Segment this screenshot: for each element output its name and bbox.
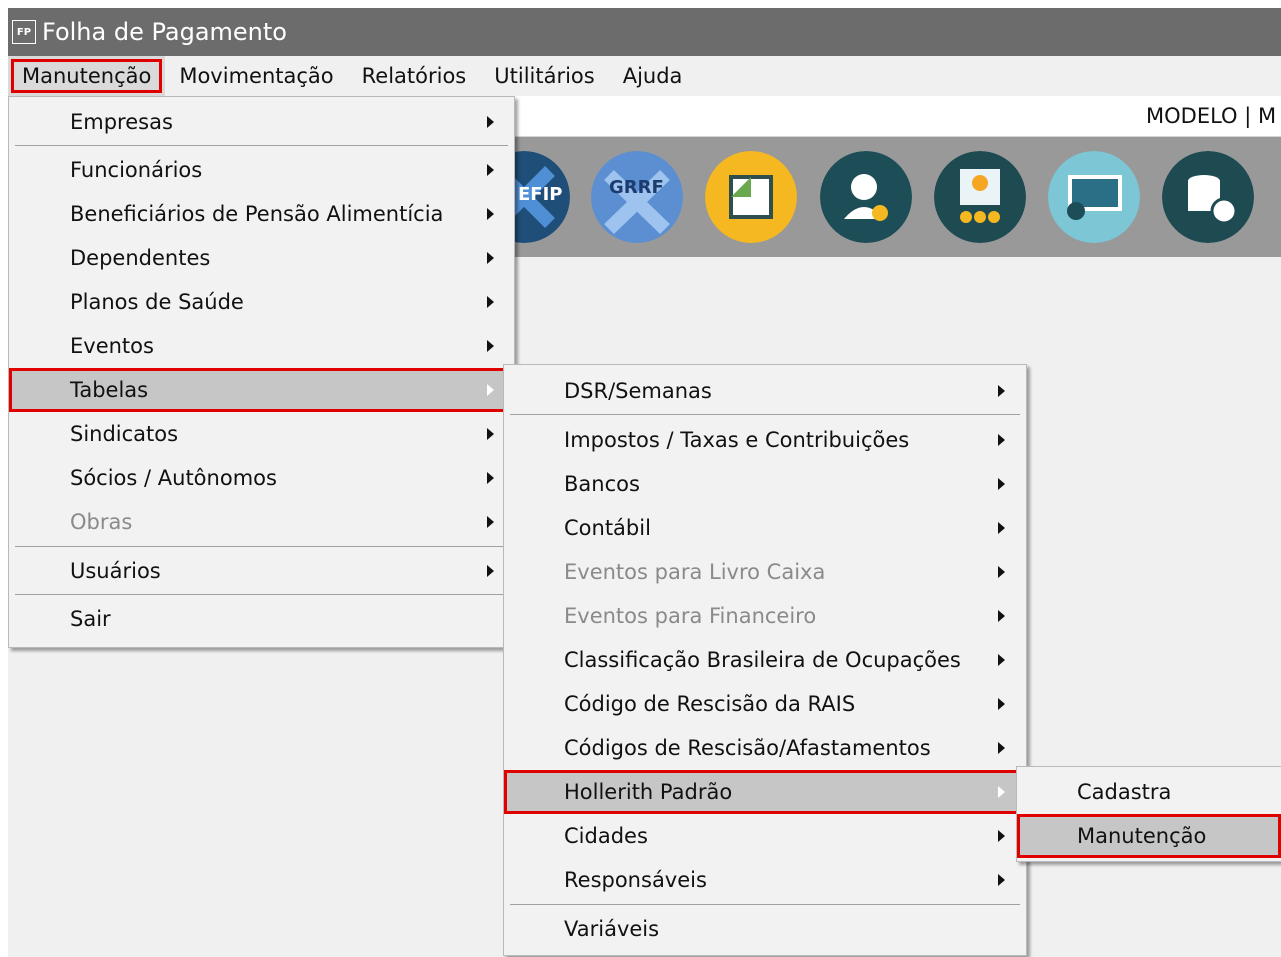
document-icon[interactable] <box>705 151 797 243</box>
menu-item-empresas[interactable]: Empresas <box>9 100 514 144</box>
separator <box>15 594 508 595</box>
menu-item-cadastra[interactable]: Cadastra <box>1017 770 1281 814</box>
menu-item-variaveis[interactable]: Variáveis <box>504 907 1026 951</box>
submenu-arrow-icon <box>998 654 1005 666</box>
menu-tabelas-submenu: DSR/Semanas Impostos / Taxas e Contribui… <box>503 364 1027 956</box>
grrf-icon[interactable]: GRRF <box>591 151 683 243</box>
separator <box>15 145 508 146</box>
submenu-arrow-icon <box>998 742 1005 754</box>
menu-item-socios[interactable]: Sócios / Autônomos <box>9 456 514 500</box>
submenu-arrow-icon <box>487 565 494 577</box>
database-restore-icon[interactable] <box>1162 151 1254 243</box>
menu-item-beneficiarios[interactable]: Beneficiários de Pensão Alimentícia <box>9 192 514 236</box>
menu-item-rescisao-afastamentos[interactable]: Códigos de Rescisão/Afastamentos <box>504 726 1026 770</box>
menu-item-usuarios[interactable]: Usuários <box>9 549 514 593</box>
app-icon: FP <box>12 20 36 44</box>
submenu-arrow-icon <box>998 786 1005 798</box>
menu-item-sindicatos[interactable]: Sindicatos <box>9 412 514 456</box>
submenu-arrow-icon <box>998 478 1005 490</box>
submenu-arrow-icon <box>998 385 1005 397</box>
submenu-arrow-icon <box>998 698 1005 710</box>
menu-item-responsaveis[interactable]: Responsáveis <box>504 858 1026 902</box>
meeting-icon[interactable] <box>934 151 1026 243</box>
menu-manutencao[interactable]: Manutenção <box>8 56 166 96</box>
submenu-arrow-icon <box>487 252 494 264</box>
submenu-arrow-icon <box>998 830 1005 842</box>
support-config-icon[interactable] <box>820 151 912 243</box>
grrf-label: GRRF <box>609 177 664 198</box>
menu-relatorios[interactable]: Relatórios <box>348 56 481 96</box>
submenu-arrow-icon <box>487 472 494 484</box>
menu-item-manutencao[interactable]: Manutenção <box>1017 814 1281 858</box>
menu-item-dependentes[interactable]: Dependentes <box>9 236 514 280</box>
menu-item-tabelas[interactable]: Tabelas <box>9 368 514 412</box>
submenu-arrow-icon <box>998 610 1005 622</box>
menu-item-rescisao-rais[interactable]: Código de Rescisão da RAIS <box>504 682 1026 726</box>
company-label: MODELO | M <box>1146 104 1277 128</box>
menu-utilitarios[interactable]: Utilitários <box>480 56 608 96</box>
menu-movimentacao[interactable]: Movimentação <box>165 56 347 96</box>
menu-item-eventos-livro-caixa: Eventos para Livro Caixa <box>504 550 1026 594</box>
menu-item-funcionarios[interactable]: Funcionários <box>9 148 514 192</box>
separator <box>510 904 1020 905</box>
separator <box>510 414 1020 415</box>
menu-bar: Manutenção Movimentação Relatórios Utili… <box>8 56 1281 96</box>
menu-item-contabil[interactable]: Contábil <box>504 506 1026 550</box>
menu-item-dsr-semanas[interactable]: DSR/Semanas <box>504 369 1026 413</box>
submenu-arrow-icon <box>487 516 494 528</box>
menu-ajuda[interactable]: Ajuda <box>609 56 697 96</box>
submenu-arrow-icon <box>487 296 494 308</box>
menu-item-bancos[interactable]: Bancos <box>504 462 1026 506</box>
submenu-arrow-icon <box>487 208 494 220</box>
submenu-arrow-icon <box>487 116 494 128</box>
submenu-arrow-icon <box>487 340 494 352</box>
submenu-arrow-icon <box>487 428 494 440</box>
menu-item-hollerith-padrao[interactable]: Hollerith Padrão <box>504 770 1026 814</box>
menu-item-eventos-financeiro: Eventos para Financeiro <box>504 594 1026 638</box>
submenu-arrow-icon <box>487 164 494 176</box>
menu-item-eventos[interactable]: Eventos <box>9 324 514 368</box>
menu-item-impostos[interactable]: Impostos / Taxas e Contribuições <box>504 418 1026 462</box>
menu-hollerith-submenu: Cadastra Manutenção <box>1016 766 1281 862</box>
separator <box>15 546 508 547</box>
submenu-arrow-icon <box>998 566 1005 578</box>
window-title: Folha de Pagamento <box>42 18 287 46</box>
menu-item-cidades[interactable]: Cidades <box>504 814 1026 858</box>
menu-item-cbo[interactable]: Classificação Brasileira de Ocupações <box>504 638 1026 682</box>
menu-item-sair[interactable]: Sair <box>9 597 514 641</box>
sefip-label: EFIP <box>518 184 563 205</box>
menu-manutencao-dropdown: Empresas Funcionários Beneficiários de P… <box>8 96 515 648</box>
menu-item-planos-saude[interactable]: Planos de Saúde <box>9 280 514 324</box>
menu-item-obras: Obras <box>9 500 514 544</box>
submenu-arrow-icon <box>487 384 494 396</box>
title-bar: FP Folha de Pagamento <box>8 8 1281 56</box>
submenu-arrow-icon <box>998 522 1005 534</box>
submenu-arrow-icon <box>998 874 1005 886</box>
submenu-arrow-icon <box>998 434 1005 446</box>
remote-access-icon[interactable] <box>1048 151 1140 243</box>
